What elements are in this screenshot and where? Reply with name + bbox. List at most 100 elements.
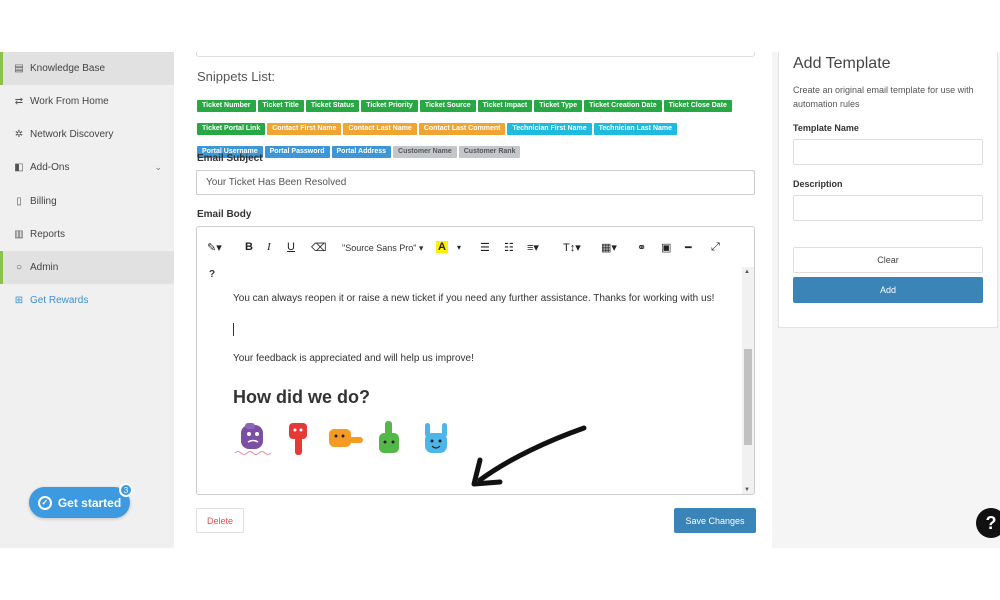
get-started-label: Get started [57,495,122,510]
snippet-chip[interactable]: Technician Last Name [593,123,678,135]
fullscreen-icon[interactable]: ⤢ [711,241,720,254]
sidebar-item-label: Billing [30,196,57,207]
snippet-chip[interactable]: Portal Password [264,146,330,158]
snippet-chip[interactable]: Ticket Title [257,100,304,112]
snippets-list: Ticket Number Ticket Title Ticket Status Ti… [197,94,742,163]
highlight-color-button[interactable]: A [436,241,448,253]
chevron-down-icon[interactable]: ▾ [457,243,461,252]
sidebar-item-admin[interactable]: ○ Admin [0,251,174,284]
scroll-up-icon[interactable]: ▲ [744,269,750,275]
sidebar-item-label: Knowledge Base [30,63,106,74]
love-hand-icon[interactable] [419,419,453,459]
ordered-list-icon[interactable]: ☷ [504,241,514,254]
snippet-chip[interactable]: Contact Last Name [343,123,417,135]
body-paragraph-reopen: You can always reopen it or raise a new … [233,293,715,304]
editor-question-mark: ? [209,269,216,280]
book-icon: ▤ [14,63,24,74]
editor-scrollbar[interactable]: ▲ ▼ [742,267,754,494]
add-template-panel: Add Template Create an original email te… [778,52,998,328]
puzzle-icon: ◧ [14,162,24,173]
sidebar-item-reports[interactable]: ▥ Reports [0,218,174,251]
email-body-label: Email Body [197,209,252,220]
sidebar-item-label: Reports [30,229,66,240]
snippet-chip[interactable]: Ticket Type [534,100,583,112]
gift-icon: ⊞ [14,295,24,306]
font-family-select[interactable]: "Source Sans Pro" ▾ [342,243,423,254]
email-subject-label: Email Subject [197,153,263,164]
annotation-arrow-icon [471,425,587,487]
template-name-input[interactable] [793,139,983,165]
panel-description: Create an original email template for us… [793,85,974,109]
sidebar-item-label: Admin [30,262,59,273]
snippet-chip[interactable]: Customer Rank [458,146,521,158]
snippet-chip[interactable]: Ticket Creation Date [584,100,662,112]
feedback-rating-row [233,419,473,459]
sidebar-item-add-ons[interactable]: ◧ Add-Ons ⌄ [0,151,174,184]
delete-button[interactable]: Delete [196,508,244,533]
thumbs-up-icon[interactable] [373,419,403,459]
sidebar-item-billing[interactable]: ▯ Billing [0,185,174,218]
align-icon[interactable]: ≡▾ [527,241,539,254]
bold-button[interactable]: B [245,241,253,253]
image-icon[interactable]: ▣ [661,241,671,254]
scroll-down-icon[interactable]: ▼ [744,487,750,493]
italic-button[interactable]: I [267,241,271,253]
sidebar-item-get-rewards[interactable]: ⊞ Get Rewards [0,284,174,317]
clear-button[interactable]: Clear [793,247,983,273]
snippet-chip[interactable]: Ticket Status [305,100,360,112]
snippet-chip[interactable]: Ticket Source [419,100,476,112]
snippet-chip[interactable]: Ticket Portal Link [197,123,266,135]
snippets-title: Snippets List: [197,69,276,84]
magic-wand-icon[interactable]: ✎▾ [207,241,222,254]
invoice-icon: ▯ [16,196,22,207]
snippet-chip[interactable]: Ticket Number [197,100,256,112]
get-started-button[interactable]: ✓ Get started [29,487,130,518]
panel-title: Add Template [793,55,891,72]
notification-badge: 3 [119,483,133,497]
description-label: Description [793,179,843,189]
feedback-heading: How did we do? [233,387,370,407]
bar-chart-icon: ▥ [14,229,24,240]
help-icon[interactable]: ? [976,508,1000,538]
very-bad-face-icon[interactable] [233,419,275,459]
add-button[interactable]: Add [793,277,983,303]
snippet-chip[interactable]: Portal Address [331,146,392,158]
sidebar: ▤ Knowledge Base ⇄ Work From Home ✲ Netw… [0,52,174,548]
link-icon[interactable]: ⚭ [637,241,646,254]
snippet-chip[interactable]: Contact Last Comment [418,123,506,135]
check-circle-icon: ✓ [37,495,52,510]
snippet-chip[interactable]: Contact First Name [267,123,342,135]
sidebar-item-work-from-home[interactable]: ⇄ Work From Home [0,85,174,118]
neutral-hand-icon[interactable] [325,419,367,459]
editor-toolbar: ✎▾ B I U ⌫ "Source Sans Pro" ▾ A ▾ ☰ ☷ ≡… [197,227,754,267]
body-paragraph-feedback: Your feedback is appreciated and will he… [233,353,474,364]
snippet-chip[interactable]: Ticket Impact [477,100,533,112]
template-name-label: Template Name [793,123,859,133]
email-subject-input[interactable] [196,170,755,195]
snippet-chip[interactable]: Customer Name [393,146,457,158]
horizontal-rule-icon[interactable]: ━ [685,241,692,254]
eraser-icon[interactable]: ⌫ [311,241,327,254]
chevron-down-icon[interactable]: ⌄ [154,162,162,173]
save-changes-button[interactable]: Save Changes [674,508,756,533]
sidebar-item-network-discovery[interactable]: ✲ Network Discovery [0,118,174,151]
snippet-chip[interactable]: Ticket Priority [361,100,418,112]
text-size-icon[interactable]: T↕▾ [563,241,581,254]
app-window: ▤ Knowledge Base ⇄ Work From Home ✲ Netw… [0,52,1000,548]
sidebar-item-knowledge-base[interactable]: ▤ Knowledge Base [0,52,174,85]
circle-icon: ○ [15,262,23,273]
sidebar-item-label: Network Discovery [30,129,114,140]
description-input[interactable] [793,195,983,221]
table-icon[interactable]: ▦▾ [601,241,617,254]
snippet-chip[interactable]: Technician First Name [507,123,592,135]
scrollbar-thumb[interactable] [744,349,752,445]
thumbs-down-icon[interactable] [285,419,313,459]
remote-icon: ⇄ [14,96,24,107]
text-cursor [233,323,234,336]
underline-button[interactable]: U [287,241,295,253]
unordered-list-icon[interactable]: ☰ [480,241,490,254]
sidebar-item-label: Add-Ons [30,162,70,173]
title-input[interactable] [196,52,755,57]
sidebar-item-label: Work From Home [30,96,109,107]
snippet-chip[interactable]: Ticket Close Date [663,100,732,112]
